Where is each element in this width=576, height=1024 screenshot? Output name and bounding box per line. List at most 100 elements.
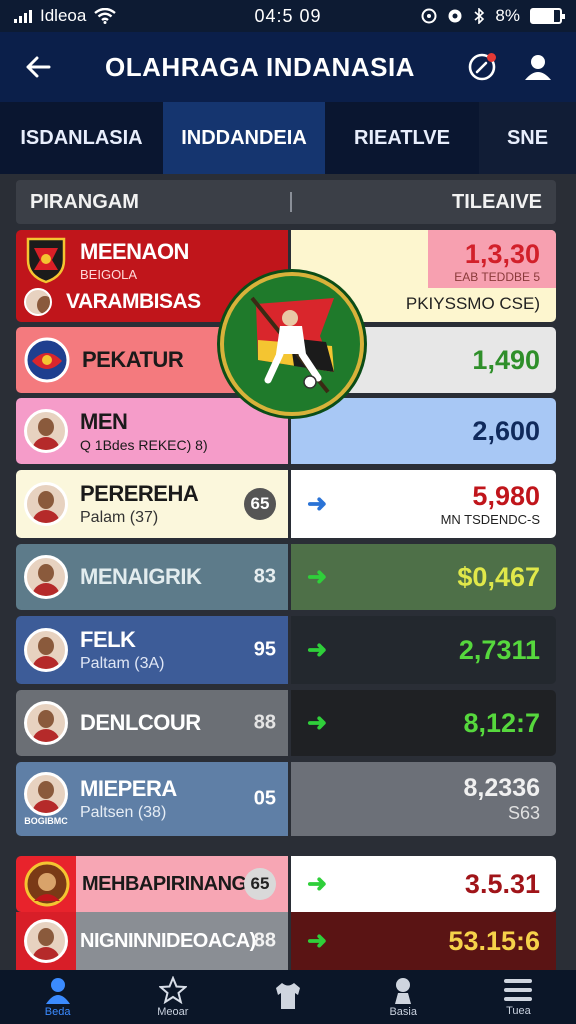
nav-item-favorites[interactable]: Meoar <box>115 970 230 1024</box>
table-row[interactable]: PEREREHA Palam (37) 65 ➜ 5,980 MN TSDEND… <box>16 470 556 538</box>
sync-icon <box>448 9 462 23</box>
status-time: 04:5 09 <box>254 5 322 26</box>
player-sub: Palam (37) <box>80 509 159 526</box>
bluetooth-icon <box>474 8 485 24</box>
table-row[interactable]: NIGNINNIDEOACA) 88 ➜ 53.15:6 <box>16 912 556 970</box>
nav-item-kits[interactable] <box>230 970 345 1024</box>
table-row[interactable]: MEHBAPIRINANG 65 ➜ 3.5.31 <box>16 856 556 912</box>
rating-badge: 88 <box>253 929 276 952</box>
bottom-nav: Beda Meoar Basia Tuea <box>0 970 576 1024</box>
arrow-right-icon: ➜ <box>307 490 328 518</box>
arrow-right-icon: ➜ <box>307 870 328 898</box>
player-value: $0,467 <box>457 561 540 592</box>
arrow-right-icon: ➜ <box>307 927 328 955</box>
avatar <box>24 409 68 453</box>
rating-badge: 65 <box>244 868 276 900</box>
profile-button[interactable] <box>518 47 558 87</box>
table-row[interactable]: BOGIBMC MIEPERA Paltsen (38) 05 8,2336 S… <box>16 762 556 836</box>
player-value: 8,2336 <box>463 774 540 802</box>
rating-badge: 95 <box>253 638 276 661</box>
club-crest-icon <box>24 861 70 907</box>
club-emblem <box>220 272 364 416</box>
player-icon <box>395 978 412 1004</box>
back-arrow-icon <box>26 56 51 78</box>
avatar <box>24 482 68 526</box>
avatar <box>24 288 52 316</box>
player-value: 1,490 <box>472 344 540 375</box>
filter-left-label: PIRANGAM <box>30 190 139 213</box>
star-icon <box>158 976 187 1004</box>
player-name: DENLCOUR <box>80 710 201 735</box>
notification-dot <box>487 53 496 62</box>
player-value-sub: S63 <box>507 803 540 823</box>
club-shield-icon <box>26 237 66 284</box>
player-value-sub: MN TSDENDC-S <box>440 512 540 527</box>
filter-right-label: TILEAIVE <box>451 190 542 213</box>
player-name: MEENAON <box>80 238 189 264</box>
player-value: 2,7311 <box>458 634 540 665</box>
tab-rieatlve[interactable]: RIEATLVE <box>325 102 479 174</box>
notifications-button[interactable] <box>462 47 502 87</box>
filter-divider <box>289 192 292 212</box>
header-actions <box>462 47 558 87</box>
wifi-icon <box>94 8 117 24</box>
status-left: Idleoa <box>14 6 204 26</box>
player-name: MEHBAPIRINANG <box>82 872 247 895</box>
player-sub: BEIGOLA <box>80 266 138 282</box>
rating-badge: 83 <box>253 565 276 588</box>
avatar <box>24 701 68 745</box>
arrow-right-icon: ➜ <box>307 563 328 591</box>
player-value: 8,12:7 <box>463 707 540 738</box>
rating-badge: 88 <box>253 711 276 734</box>
status-right: 8% <box>372 6 565 26</box>
player-name: MEN <box>80 409 128 434</box>
nav-item-menu[interactable]: Tuea <box>461 970 576 1024</box>
nav-item-players[interactable]: Basia <box>346 970 461 1024</box>
arrow-right-icon: ➜ <box>307 709 328 737</box>
player-name: VARAMBISAS <box>66 290 201 313</box>
tab-inddandeia[interactable]: INDDANDEIA <box>163 102 325 174</box>
player-sub: Q 1Bdes REKEC) 8) <box>80 437 208 453</box>
table-row[interactable]: FELK Paltam (3A) 95 ➜ 2,7311 <box>16 616 556 684</box>
player-value-sub: PKIYSSMO CSE) <box>405 293 540 313</box>
filter-bar[interactable]: PIRANGAM TILEAIVE <box>16 180 556 224</box>
carrier-name: Idleoa <box>40 6 87 25</box>
rating-badge: 05 <box>253 787 276 810</box>
avatar-label: BOGIBMC <box>24 816 68 826</box>
player-value: 1,3,30 <box>464 238 540 269</box>
status-bar: Idleoa 04:5 09 8% <box>0 0 576 32</box>
player-name: MENAIGRIK <box>80 564 202 589</box>
tab-bar: ISDANLASIA INDDANDEIA RIEATLVE SNЕ <box>0 102 576 174</box>
battery-icon <box>530 8 565 24</box>
avatar <box>24 628 68 672</box>
table-row[interactable]: DENLCOUR 88 ➜ 8,12:7 <box>16 690 556 756</box>
signal-icon <box>14 9 32 23</box>
player-value: 2,600 <box>472 415 540 446</box>
player-sub: Paltam (3A) <box>80 655 165 672</box>
page-title: OLAHRAGA INDANASIA <box>105 51 415 82</box>
player-name: NIGNINNIDEOACA) <box>80 929 256 952</box>
player-name: PEKATUR <box>82 347 184 372</box>
back-button[interactable] <box>18 47 58 87</box>
nav-item-home[interactable]: Beda <box>0 970 115 1024</box>
player-value: 5,980 <box>472 481 540 511</box>
club-crest-icon <box>24 337 70 383</box>
table-row[interactable]: MENAIGRIK 83 ➜ $0,467 <box>16 544 556 610</box>
player-value-sub: EAB TEDDBE 5 <box>454 269 540 284</box>
user-icon <box>525 55 551 80</box>
avatar <box>24 555 68 599</box>
player-sub: Paltsen (38) <box>80 804 167 821</box>
tab-isdanlasia[interactable]: ISDANLASIA <box>0 102 163 174</box>
player-value: 53.15:6 <box>448 925 540 956</box>
avatar <box>24 772 68 816</box>
alarm-icon <box>421 8 437 24</box>
player-name: MIEPERA <box>80 776 177 801</box>
player-value: 3.5.31 <box>464 868 540 899</box>
tab-sne[interactable]: SNЕ <box>479 102 576 174</box>
rating-badge: 65 <box>244 488 276 520</box>
person-icon <box>45 978 70 1004</box>
footballer-flag-icon <box>250 296 334 394</box>
menu-icon <box>504 979 533 1001</box>
arrow-right-icon: ➜ <box>307 636 328 664</box>
avatar <box>24 919 68 963</box>
